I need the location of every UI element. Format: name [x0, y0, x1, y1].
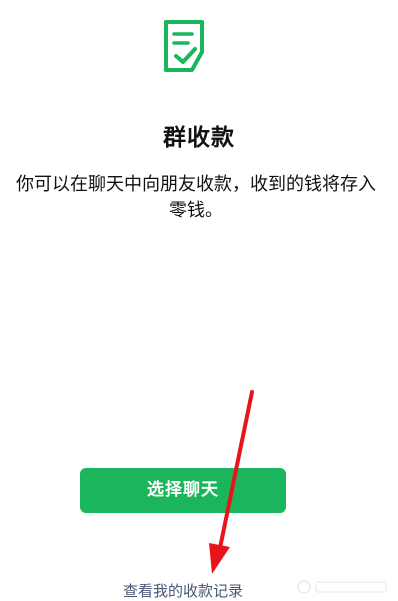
description-text: 你可以在聊天中向朋友收款，收到的钱将存入零钱。: [16, 174, 376, 221]
page-title: 群收款: [163, 125, 235, 151]
checklist-icon: [162, 18, 206, 74]
select-chat-button[interactable]: 选择聊天: [80, 468, 286, 513]
watermark-logo: [296, 578, 392, 596]
